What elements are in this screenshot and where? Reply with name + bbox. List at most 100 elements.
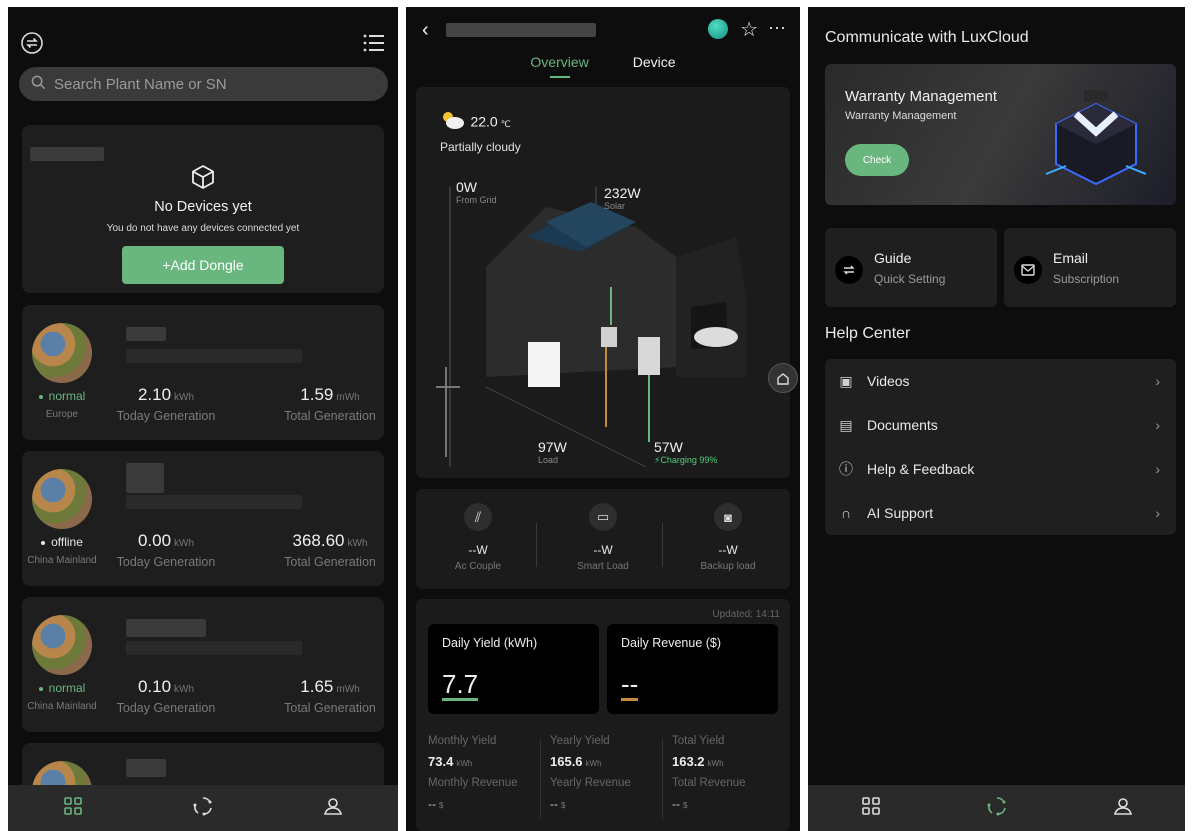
bottom-nav [808, 785, 1185, 831]
home-icon[interactable] [768, 363, 798, 393]
grid-apps-icon[interactable] [861, 796, 881, 821]
plant-address [126, 641, 302, 655]
tab-overview[interactable]: Overview [530, 54, 588, 70]
user-profile-icon[interactable] [323, 796, 343, 821]
no-devices-subtitle: You do not have any devices connected ye… [106, 223, 300, 234]
chevron-right-icon: › [1155, 417, 1160, 433]
search-input[interactable]: Search Plant Name or SN [19, 67, 388, 101]
plant-card[interactable]: normal Europe 2.10 kWh Today Generation 1… [22, 305, 384, 440]
grid-flow: 0W From Grid [456, 179, 497, 205]
battery-flow: 57W ⚡Charging 99% [654, 439, 718, 465]
total-generation: 1.59 mWh Total Generation [284, 385, 376, 423]
plant-card[interactable]: offline China Mainland 0.00 kWh Today Gen… [22, 451, 384, 586]
warranty-banner[interactable]: Warranty Management Warranty Management … [825, 64, 1176, 205]
video-icon: ▣ [839, 372, 853, 389]
daily-yield-value: 7.7 [442, 669, 479, 701]
more-icon[interactable]: ··· [768, 17, 786, 38]
document-icon: ▤ [839, 416, 853, 433]
service-screen: Communicate with LuxCloud Warranty Manag… [808, 7, 1185, 831]
warranty-device-illustration [1045, 90, 1147, 186]
total-stat: Total Yield 163.2 kWh Total Revenue -- $ [672, 735, 746, 811]
back-arrow-icon[interactable]: ‹ [422, 19, 429, 42]
search-icon [31, 75, 46, 94]
header: ‹ ☆ ··· [416, 17, 790, 43]
plant-name [30, 147, 104, 161]
plant-address [126, 349, 302, 363]
chevron-right-icon: › [1155, 505, 1160, 521]
ac-couple[interactable]: ⫽ --W Ac Couple [416, 503, 540, 572]
monthly-stat: Monthly Yield 73.4 kWh Monthly Revenue --… [428, 735, 518, 811]
help-center-title: Help Center [825, 325, 911, 342]
help-list: ▣ Videos › ▤ Documents › ⓘ Help & Feedba… [825, 359, 1176, 535]
star-icon[interactable]: ☆ [740, 17, 758, 42]
weather-globe-icon[interactable] [708, 19, 728, 39]
help-item-feedback[interactable]: ⓘ Help & Feedback › [825, 447, 1176, 491]
tab-bar: Overview Device [406, 54, 800, 70]
energy-flow-panel: 22.0 ℃ Partially cloudy 0W From Grid 232… [416, 87, 798, 478]
today-generation: 2.10 kWh Today Generation [116, 385, 216, 423]
status-badge: normal [28, 389, 96, 403]
washing-machine-icon: ◙ [714, 503, 742, 531]
plant-card[interactable]: normal China Mainland 0.10 kWh Today Gene… [22, 597, 384, 732]
status-badge: offline [28, 535, 96, 549]
help-item-ai-support[interactable]: ∩ AI Support › [825, 491, 1176, 535]
partly-cloudy-icon [440, 109, 466, 136]
bottom-nav [8, 785, 398, 831]
chevron-right-icon: › [1155, 373, 1160, 389]
plant-region: China Mainland [27, 555, 97, 566]
daily-yield-card: Daily Yield (kWh) 7.7 [428, 624, 599, 714]
mail-icon [1014, 256, 1042, 284]
smart-load[interactable]: ▭ --W Smart Load [541, 503, 665, 572]
plant-address [126, 495, 302, 509]
total-generation: 368.60 kWh Total Generation [284, 531, 376, 569]
today-generation: 0.00 kWh Today Generation [116, 531, 216, 569]
plant-avatar [32, 469, 92, 529]
check-button[interactable]: Check [845, 144, 909, 176]
sync-cycle-icon[interactable] [986, 795, 1008, 822]
add-dongle-button[interactable]: +Add Dongle [122, 246, 284, 284]
plant-name [126, 463, 164, 493]
box-icon [22, 163, 384, 196]
updated-time: Updated: 14:11 [712, 609, 780, 620]
total-generation: 1.65 mWh Total Generation [284, 677, 376, 715]
plant-name [126, 619, 206, 637]
email-card[interactable]: Email Subscription [1004, 228, 1176, 307]
help-item-documents[interactable]: ▤ Documents › [825, 403, 1176, 447]
air-conditioner-icon: ▭ [589, 503, 617, 531]
yield-panel: Updated: 14:11 Daily Yield (kWh) 7.7 Dai… [416, 599, 790, 831]
plant-region: Europe [45, 409, 79, 420]
daily-revenue-value: -- [621, 669, 639, 701]
sync-cycle-icon[interactable] [192, 795, 214, 822]
today-generation: 0.10 kWh Today Generation [116, 677, 216, 715]
plant-overview-screen: ‹ ☆ ··· Overview Device 22.0 ℃ Partially … [406, 7, 800, 831]
plant-name [126, 759, 166, 777]
status-badge: normal [28, 681, 96, 695]
weather: 22.0 ℃ Partially cloudy [440, 109, 521, 154]
swap-arrows-icon [835, 256, 863, 284]
loads-panel: ⫽ --W Ac Couple ▭ --W Smart Load ◙ --W B… [416, 489, 790, 589]
user-profile-icon[interactable] [1113, 796, 1133, 821]
solar-flow: 232W Solar [604, 185, 641, 211]
daily-revenue-card: Daily Revenue ($) -- [607, 624, 778, 714]
no-devices-card: No Devices yet You do not have any devic… [22, 125, 384, 293]
menu-list-icon[interactable] [362, 32, 386, 59]
switch-icon[interactable] [20, 31, 44, 60]
search-placeholder: Search Plant Name or SN [54, 75, 227, 93]
grid-apps-icon[interactable] [63, 796, 83, 821]
no-devices-title: No Devices yet [154, 199, 252, 215]
tab-device[interactable]: Device [633, 54, 676, 70]
communicate-title: Communicate with LuxCloud [825, 29, 1029, 46]
guide-card[interactable]: Guide Quick Setting [825, 228, 997, 307]
backup-load[interactable]: ◙ --W Backup load [666, 503, 790, 572]
top-bar [20, 31, 386, 59]
plant-region: China Mainland [27, 701, 97, 712]
plant-name [126, 327, 166, 341]
chevron-right-icon: › [1155, 461, 1160, 477]
headset-icon: ∩ [840, 505, 852, 521]
help-item-videos[interactable]: ▣ Videos › [825, 359, 1176, 403]
yearly-stat: Yearly Yield 165.6 kWh Yearly Revenue -- $ [550, 735, 631, 811]
question-icon: ⓘ [839, 461, 853, 477]
ac-couple-icon: ⫽ [464, 503, 492, 531]
plant-avatar [32, 323, 92, 383]
plant-title [446, 23, 596, 37]
